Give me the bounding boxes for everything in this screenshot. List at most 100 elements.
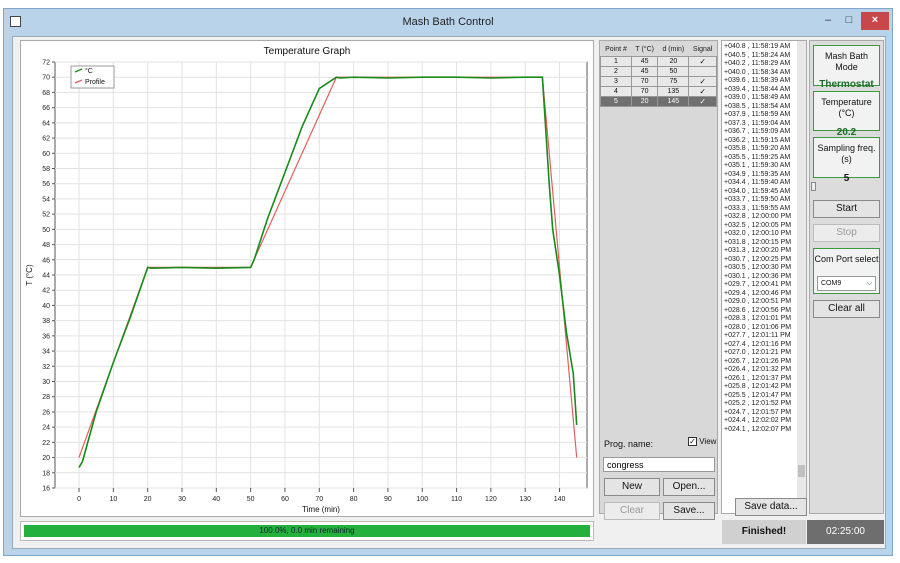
log-entry: +025.8 , 12:01:42 PM [724, 383, 792, 390]
clear-button[interactable]: Clear [604, 502, 660, 520]
cell-temp[interactable]: 45 [630, 65, 659, 77]
y-tick-label: 54 [42, 196, 50, 203]
x-tick-label: 130 [519, 496, 531, 503]
cell-temp[interactable]: 45 [630, 55, 659, 67]
y-tick-label: 70 [42, 75, 50, 82]
log-scroll-thumb[interactable] [798, 465, 805, 477]
view-checkbox[interactable]: ✓ View [688, 437, 717, 447]
log-entry: +037.3 , 11:59:04 AM [724, 119, 791, 127]
table-row[interactable]: 2 45 50 [600, 65, 717, 77]
y-tick-label: 26 [42, 409, 50, 416]
cell-duration[interactable]: 75 [657, 75, 690, 87]
cell-duration[interactable]: 145 [657, 95, 690, 107]
y-tick-label: 44 [42, 273, 50, 280]
y-tick-label: 40 [42, 303, 50, 310]
log-entry: +037.9 , 11:58:59 AM [724, 111, 791, 118]
mode-label: Mash Bath Mode [824, 51, 869, 72]
log-entry: +031.3 , 12:00:20 PM [724, 247, 792, 254]
signal-checkbox[interactable] [688, 65, 717, 77]
y-tick-label: 72 [42, 60, 50, 67]
prog-name-input[interactable] [603, 457, 715, 472]
y-tick-label: 50 [42, 227, 50, 234]
log-entry: +029.7 , 12:00:41 PM [724, 281, 792, 288]
log-entry: +025.5 , 12:01:47 PM [724, 391, 792, 399]
log-entry: +038.5 , 11:58:54 AM [724, 102, 791, 110]
cell-temp[interactable]: 20 [630, 95, 659, 107]
y-tick-label: 28 [42, 394, 50, 401]
cell-point: 2 [600, 65, 632, 77]
cell-point: 4 [600, 85, 632, 97]
header-point: Point # [605, 45, 627, 53]
title-bar: Mash Bath Control – □ × [4, 9, 892, 35]
log-entry: +028.3 , 12:01:01 PM [724, 315, 792, 322]
log-entry: +026.1 , 12:01:37 PM [724, 374, 792, 382]
sampling-value: 5 [843, 173, 850, 184]
sampling-slider-thumb[interactable] [811, 182, 816, 191]
view-checkbox-box[interactable]: ✓ [688, 437, 697, 447]
data-log-list[interactable]: +040.8 , 11:58:19 AM +040.5 , 11:58:24 AM… [724, 43, 798, 434]
prog-name-label: Prog. name: [604, 439, 654, 449]
log-entry: +030.1 , 12:00:36 PM [724, 272, 792, 280]
view-checkbox-label: View [699, 437, 717, 446]
maximize-button[interactable]: □ [840, 12, 858, 30]
log-entry: +039.4 , 11:58:44 AM [724, 85, 791, 93]
temperature-box: Temperature (°C) 20.2 [813, 91, 880, 138]
legend-label-celsius: °C [85, 67, 93, 75]
x-tick-label: 70 [315, 496, 323, 503]
open-button[interactable]: Open... [663, 478, 715, 496]
com-port-select[interactable]: COM9 ⌵ [817, 276, 876, 291]
y-tick-label: 32 [42, 364, 50, 371]
chart-legend: °C Profile [70, 65, 115, 89]
log-entry: +040.0 , 11:58:34 AM [724, 68, 791, 76]
data-log-panel: +040.8 , 11:58:19 AM +040.5 , 11:58:24 AM… [721, 40, 807, 514]
header-signal: Signal [692, 45, 713, 53]
cell-duration[interactable]: 135 [657, 85, 690, 97]
start-button[interactable]: Start [813, 200, 880, 218]
y-tick-label: 38 [42, 318, 50, 325]
table-row[interactable]: 4 70 135 ✓ [600, 85, 717, 97]
log-entry: +033.3 , 11:59:55 AM [724, 204, 791, 212]
y-tick-label: 22 [42, 440, 50, 447]
cell-point: 3 [600, 75, 632, 87]
cell-duration[interactable]: 50 [657, 65, 690, 77]
x-tick-label: 110 [451, 496, 462, 503]
legend-label-profile: Profile [85, 79, 105, 86]
minimize-button[interactable]: – [819, 12, 837, 30]
cell-point: 5 [600, 95, 632, 107]
new-button[interactable]: New [604, 478, 660, 496]
table-row-selected[interactable]: 5 20 145 ✓ [600, 95, 717, 107]
log-entry: +026.4 , 12:01:32 PM [724, 366, 792, 373]
progress-bar: 100.0%, 0.0 min remaining [20, 521, 594, 541]
x-tick-label: 10 [109, 496, 117, 503]
cell-temp[interactable]: 70 [630, 75, 659, 87]
table-row[interactable]: 3 70 75 ✓ [600, 75, 717, 87]
close-button[interactable]: × [861, 12, 889, 30]
save-button[interactable]: Save... [663, 502, 715, 520]
stop-button[interactable]: Stop [813, 224, 880, 242]
y-tick-label: 48 [42, 242, 50, 249]
signal-checkbox[interactable]: ✓ [688, 55, 717, 67]
signal-checkbox[interactable]: ✓ [688, 85, 717, 97]
save-data-button[interactable]: Save data... [735, 498, 807, 516]
y-tick-label: 60 [42, 151, 50, 158]
table-row[interactable]: 1 45 20 ✓ [600, 55, 717, 67]
cell-duration[interactable]: 20 [657, 55, 690, 67]
client-area: Temperature Graph 0 10 20 30 40 50 60 70 80 90 100… [12, 36, 886, 549]
app-icon [10, 16, 21, 27]
log-entry: +027.7 , 12:01:11 PM [724, 332, 791, 339]
com-port-value: COM9 [821, 280, 842, 287]
log-entry: +036.2 , 11:59:15 AM [724, 136, 791, 144]
cell-temp[interactable]: 70 [630, 85, 659, 97]
log-entry: +032.5 , 12:00:05 PM [724, 221, 792, 229]
chevron-down-icon[interactable]: ⌵ [867, 277, 872, 290]
log-scrollbar[interactable] [797, 41, 806, 513]
signal-checkbox[interactable]: ✓ [688, 95, 717, 107]
clear-all-button[interactable]: Clear all [813, 300, 880, 318]
x-tick-label: 20 [144, 496, 152, 503]
sampling-label: Sampling freq. (s) [817, 143, 876, 164]
y-tick-label: 46 [42, 257, 50, 264]
log-entry: +030.5 , 12:00:30 PM [724, 264, 792, 271]
points-table[interactable]: Point # T (°C) d (min) Signal 1 45 20 ✓ … [600, 43, 717, 107]
log-entry: +035.5 , 11:59:25 AM [724, 153, 791, 161]
signal-checkbox[interactable]: ✓ [688, 75, 717, 87]
